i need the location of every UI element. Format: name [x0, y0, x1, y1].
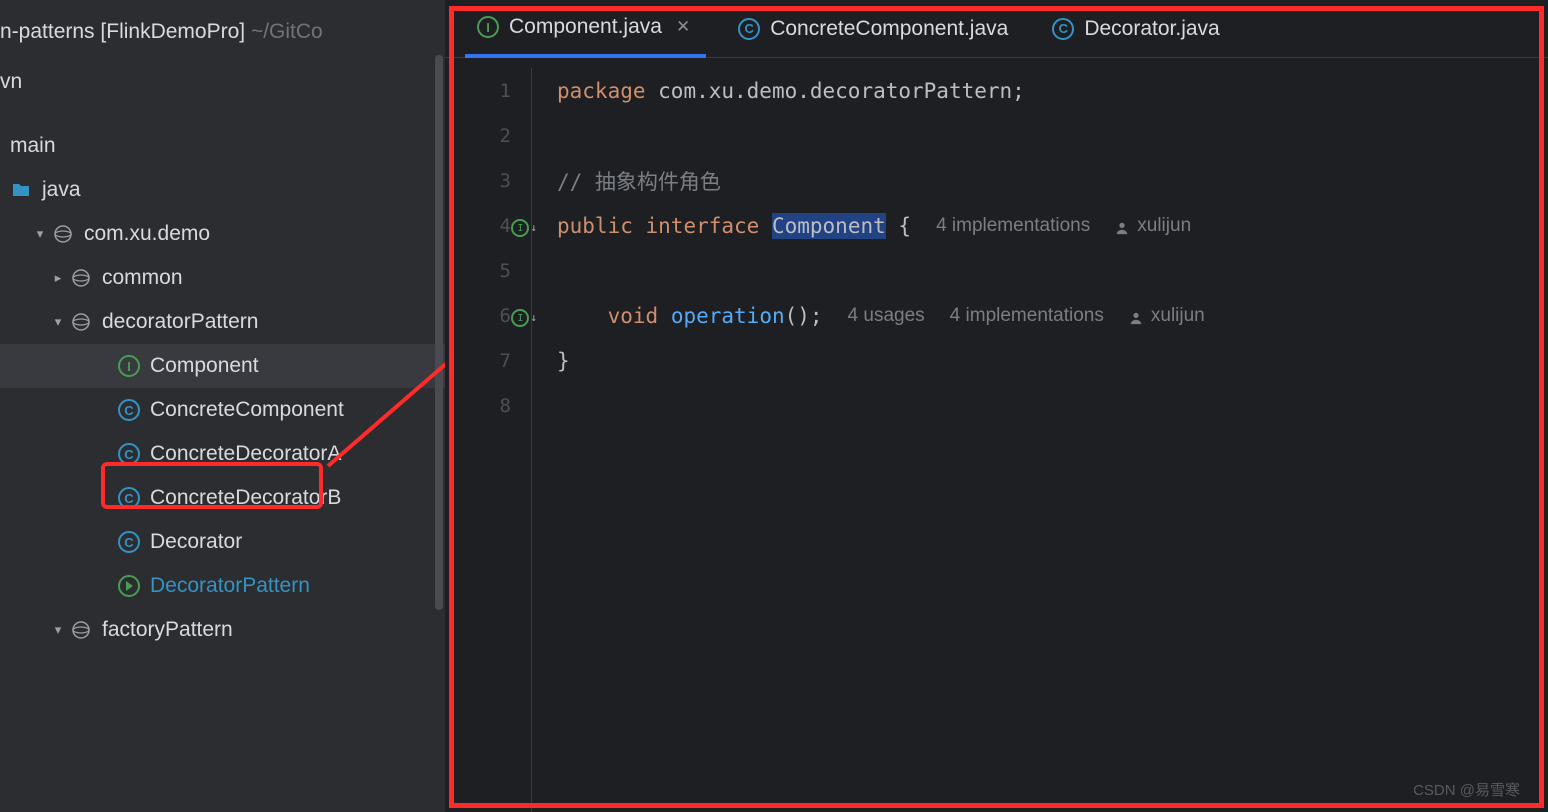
class-icon: C	[118, 443, 140, 465]
keyword-public: public	[557, 214, 633, 238]
parens: ();	[785, 304, 823, 328]
tree-item-factorypattern[interactable]: ▾ factoryPattern	[0, 608, 445, 652]
keyword-void: void	[608, 304, 659, 328]
tree-item-label: common	[102, 266, 183, 290]
tree-item-label: decoratorPattern	[102, 310, 258, 334]
class-icon: C	[118, 487, 140, 509]
code-line-5[interactable]	[557, 248, 1548, 293]
line-gutter: 1 2 3 4 I↓ 5 6 I↓ 7 8	[445, 58, 531, 812]
tree-item-label: ConcreteDecoratorB	[150, 486, 341, 510]
tree-item-label: ConcreteComponent	[150, 398, 344, 422]
indent-line	[531, 68, 532, 812]
tree-item-label: factoryPattern	[102, 618, 233, 642]
tab-component[interactable]: I Component.java ✕	[465, 1, 706, 58]
tab-decorator[interactable]: C Decorator.java	[1040, 0, 1231, 57]
class-icon: C	[118, 399, 140, 421]
tree-item-pkg-root[interactable]: ▾ com.xu.demo	[0, 212, 445, 256]
chevron-down-icon: ▾	[46, 314, 70, 330]
line-number[interactable]: 5	[445, 248, 531, 293]
class-icon: C	[738, 18, 760, 40]
interface-icon: I	[118, 355, 140, 377]
editor-panel: I Component.java ✕ C ConcreteComponent.j…	[445, 0, 1548, 812]
module-name: [FlinkDemoPro]	[100, 20, 245, 44]
tree-item-label: main	[10, 134, 56, 158]
tree-item-label: ConcreteDecoratorA	[150, 442, 341, 466]
inlay-author[interactable]: xulijun	[1129, 305, 1205, 327]
code-line-3[interactable]: // 抽象构件角色	[557, 158, 1548, 203]
runnable-class-icon	[118, 575, 140, 597]
code-line-6[interactable]: void operation(); 4 usages 4 implementat…	[557, 293, 1548, 338]
tree-item-concretedecoratorb[interactable]: C ConcreteDecoratorB	[0, 476, 445, 520]
chevron-right-icon: ▸	[46, 270, 70, 286]
person-icon	[1129, 309, 1143, 323]
tree-item[interactable]: vn	[0, 60, 445, 104]
package-icon	[70, 267, 92, 289]
line-number[interactable]: 3	[445, 158, 531, 203]
code-line-1[interactable]: package com.xu.demo.decoratorPattern;	[557, 68, 1548, 113]
project-name: n-patterns	[0, 20, 95, 44]
code-content[interactable]: package com.xu.demo.decoratorPattern; //…	[531, 58, 1548, 812]
tree-item-label: Component	[150, 354, 259, 378]
tree-item-java[interactable]: java	[0, 168, 445, 212]
tree-item-decorator[interactable]: C Decorator	[0, 520, 445, 564]
line-number[interactable]: 4 I↓	[445, 203, 531, 248]
inlay-implementations[interactable]: 4 implementations	[950, 305, 1104, 327]
package-icon	[70, 311, 92, 333]
project-tree-panel: n-patterns [FlinkDemoPro] ~/GitCo vn mai…	[0, 0, 445, 812]
tab-label: Decorator.java	[1084, 17, 1219, 41]
line-number[interactable]: 2	[445, 113, 531, 158]
inlay-author[interactable]: xulijun	[1115, 215, 1191, 237]
close-icon[interactable]: ✕	[672, 17, 694, 37]
line-number[interactable]: 7	[445, 338, 531, 383]
watermark: CSDN @易雪寒	[1413, 779, 1520, 800]
tree-item-concretedecoratora[interactable]: C ConcreteDecoratorA	[0, 432, 445, 476]
tree-item-label: java	[42, 178, 81, 202]
project-tree: n-patterns [FlinkDemoPro] ~/GitCo vn mai…	[0, 0, 445, 652]
code-editor[interactable]: 1 2 3 4 I↓ 5 6 I↓ 7 8 package com.xu.dem…	[445, 58, 1548, 812]
comment-text: // 抽象构件角色	[557, 166, 721, 196]
tree-item-component[interactable]: I Component	[0, 344, 445, 388]
tree-item-label: vn	[0, 70, 22, 94]
inlay-implementations[interactable]: 4 implementations	[936, 215, 1090, 237]
project-path: ~/GitCo	[251, 20, 323, 44]
tree-item-label: DecoratorPattern	[150, 574, 310, 598]
tab-label: ConcreteComponent.java	[770, 17, 1008, 41]
code-line-2[interactable]	[557, 113, 1548, 158]
line-number[interactable]: 6 I↓	[445, 293, 531, 338]
method-name: operation	[671, 304, 785, 328]
tree-item-common[interactable]: ▸ common	[0, 256, 445, 300]
brace: {	[886, 214, 911, 238]
project-root-row[interactable]: n-patterns [FlinkDemoPro] ~/GitCo	[0, 10, 445, 54]
tree-item-main[interactable]: main	[0, 124, 445, 168]
tab-concretecomponent[interactable]: C ConcreteComponent.java	[726, 0, 1020, 57]
chevron-down-icon: ▾	[28, 226, 52, 242]
person-icon	[1115, 219, 1129, 233]
code-line-4[interactable]: public interface Component { 4 implement…	[557, 203, 1548, 248]
tab-label: Component.java	[509, 15, 662, 39]
chevron-down-icon: ▾	[46, 622, 70, 638]
interface-name: Component	[772, 213, 886, 239]
tree-item-label: Decorator	[150, 530, 242, 554]
brace: }	[557, 349, 570, 373]
tree-item-decoratorpattern-class[interactable]: DecoratorPattern	[0, 564, 445, 608]
code-line-8[interactable]	[557, 383, 1548, 428]
package-icon	[70, 619, 92, 641]
code-line-7[interactable]: }	[557, 338, 1548, 383]
keyword-package: package	[557, 79, 646, 103]
line-number[interactable]: 8	[445, 383, 531, 428]
package-path: com.xu.demo.decoratorPattern;	[646, 79, 1025, 103]
editor-tabs: I Component.java ✕ C ConcreteComponent.j…	[445, 0, 1548, 58]
class-icon: C	[1052, 18, 1074, 40]
tree-item-concretecomponent[interactable]: C ConcreteComponent	[0, 388, 445, 432]
tree-item-label: com.xu.demo	[84, 222, 210, 246]
keyword-interface: interface	[646, 214, 760, 238]
folder-icon	[10, 179, 32, 201]
sidebar-scrollbar[interactable]	[435, 55, 443, 610]
line-number[interactable]: 1	[445, 68, 531, 113]
package-icon	[52, 223, 74, 245]
tree-item-decoratorpattern[interactable]: ▾ decoratorPattern	[0, 300, 445, 344]
inlay-usages[interactable]: 4 usages	[848, 305, 925, 327]
class-icon: C	[118, 531, 140, 553]
interface-icon: I	[477, 16, 499, 38]
